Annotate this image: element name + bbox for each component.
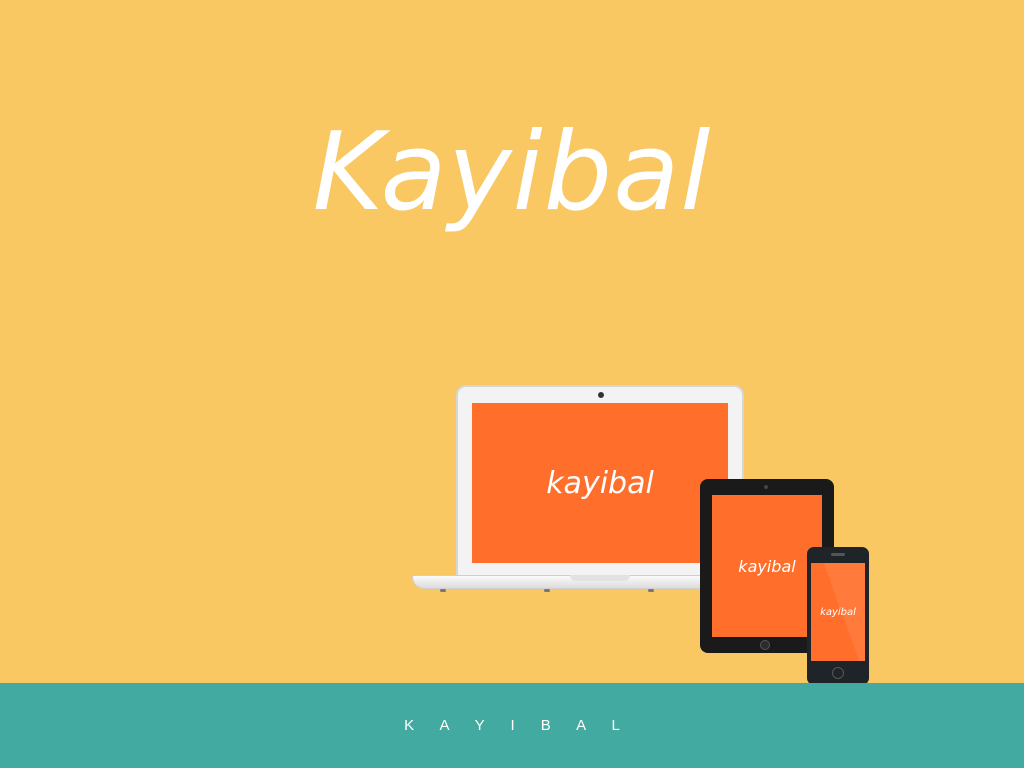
- phone-home-button-icon: [832, 667, 844, 679]
- tablet-camera-icon: [764, 485, 768, 489]
- tablet-screen-label: kayibal: [738, 556, 796, 576]
- footer-bar: K A Y I B A L: [0, 683, 1024, 768]
- footer-brand: K A Y I B A L: [404, 717, 631, 734]
- hero-title: Kayibal: [312, 110, 712, 235]
- hero-section: Kayibal kayibal kayibal kayibal: [0, 0, 1024, 685]
- tablet-screen: kayibal: [712, 495, 822, 637]
- phone-screen: kayibal: [811, 563, 865, 661]
- laptop-camera-icon: [598, 392, 604, 398]
- laptop-illustration: kayibal: [412, 385, 748, 599]
- laptop-foot: [648, 589, 654, 592]
- laptop-foot: [544, 589, 550, 592]
- laptop-notch: [570, 575, 630, 581]
- laptop-foot: [440, 589, 446, 592]
- laptop-screen-label: kayibal: [546, 465, 654, 501]
- phone-speaker-icon: [831, 553, 845, 556]
- laptop-screen: kayibal: [472, 403, 728, 563]
- phone-illustration: kayibal: [807, 547, 869, 685]
- phone-screen-label: kayibal: [820, 606, 856, 618]
- tablet-home-button-icon: [760, 640, 770, 650]
